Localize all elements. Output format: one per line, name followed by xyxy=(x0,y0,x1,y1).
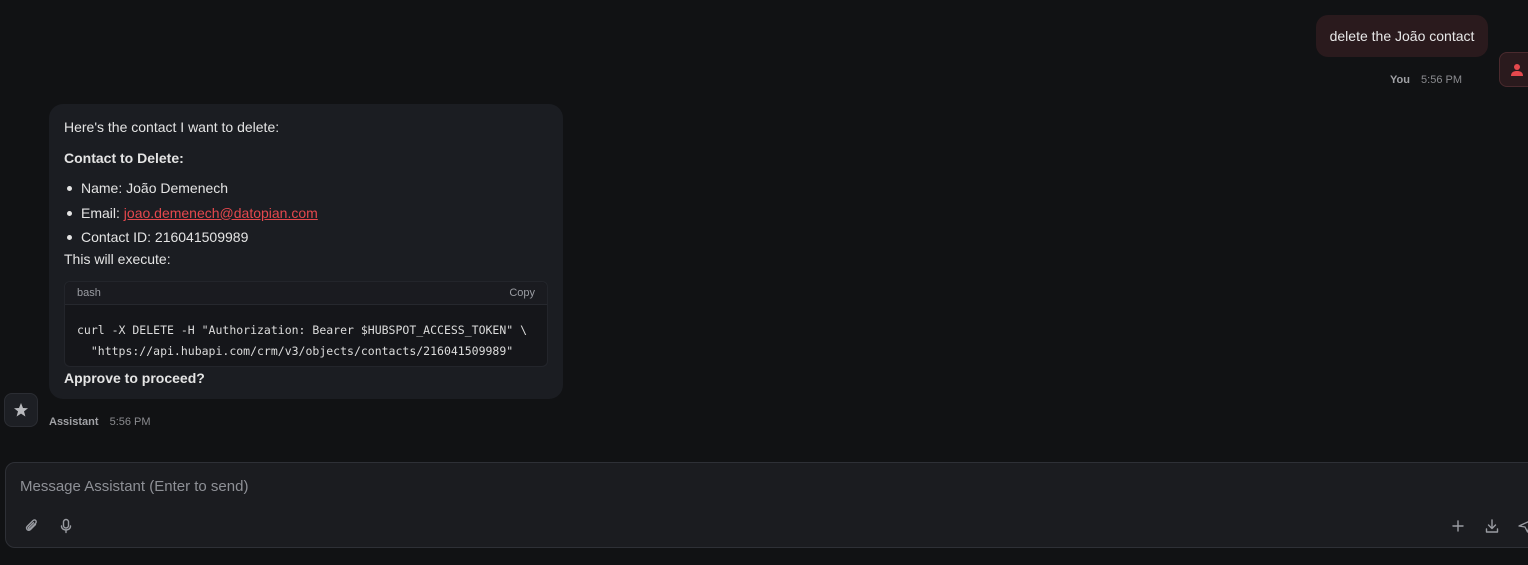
assistant-intro-text: Here's the contact I want to delete: xyxy=(64,119,280,135)
attach-button[interactable] xyxy=(22,516,42,536)
download-button[interactable] xyxy=(1482,516,1502,536)
paperclip-icon xyxy=(25,519,37,531)
star-icon xyxy=(14,403,28,417)
approve-prompt: Approve to proceed? xyxy=(64,370,205,386)
contact-id: Contact ID: 216041509989 xyxy=(81,229,249,245)
contact-id-item: Contact ID: 216041509989 xyxy=(64,228,318,253)
user-message-time: 5:56 PM xyxy=(1421,74,1462,86)
contact-name: Name: João Demenech xyxy=(81,180,229,196)
assistant-message-meta: Assistant 5:56 PM xyxy=(49,416,151,428)
execute-label: This will execute: xyxy=(64,251,171,267)
assistant-message-time: 5:56 PM xyxy=(109,416,151,428)
code-block-header: bash Copy xyxy=(65,282,547,305)
microphone-icon xyxy=(60,518,72,534)
contact-name-item: Name: João Demenech xyxy=(64,179,318,204)
code-line: curl -X DELETE -H "Authorization: Bearer… xyxy=(77,323,528,337)
voice-input-button[interactable] xyxy=(56,516,76,536)
message-input[interactable] xyxy=(20,475,920,497)
send-button[interactable] xyxy=(1515,516,1528,536)
contact-email-prefix: Email: xyxy=(81,204,124,221)
chat-screen: delete the João contact You 5:56 PM Here… xyxy=(0,0,1528,565)
copy-code-button[interactable]: Copy xyxy=(509,287,535,299)
user-avatar xyxy=(1499,52,1528,87)
user-message-bubble: delete the João contact xyxy=(1316,15,1488,57)
add-button[interactable] xyxy=(1448,516,1468,536)
assistant-message-bubble: Here's the contact I want to delete: Con… xyxy=(49,104,563,399)
code-line: "https://api.hubapi.com/crm/v3/objects/c… xyxy=(77,344,514,358)
message-composer xyxy=(5,462,1528,548)
code-content: curl -X DELETE -H "Authorization: Bearer… xyxy=(65,305,547,362)
contact-heading: Contact to Delete: xyxy=(64,150,184,166)
send-icon xyxy=(1518,521,1528,533)
contact-details-list: Name: João Demenech Email: joao.demenech… xyxy=(64,179,318,253)
user-author-label: You xyxy=(1390,74,1410,86)
contact-email-item: Email: joao.demenech@datopian.com xyxy=(64,204,318,229)
code-block: bash Copy curl -X DELETE -H "Authorizati… xyxy=(64,281,548,367)
plus-icon xyxy=(1452,520,1464,532)
user-message-text: delete the João contact xyxy=(1329,28,1475,44)
contact-email-link[interactable]: joao.demenech@datopian.com xyxy=(124,205,318,221)
code-language: bash xyxy=(77,287,101,299)
assistant-avatar xyxy=(4,393,38,427)
user-message-meta: You 5:56 PM xyxy=(1390,74,1462,86)
download-icon xyxy=(1485,519,1499,533)
assistant-author-label: Assistant xyxy=(49,416,99,428)
user-icon xyxy=(1511,63,1523,76)
